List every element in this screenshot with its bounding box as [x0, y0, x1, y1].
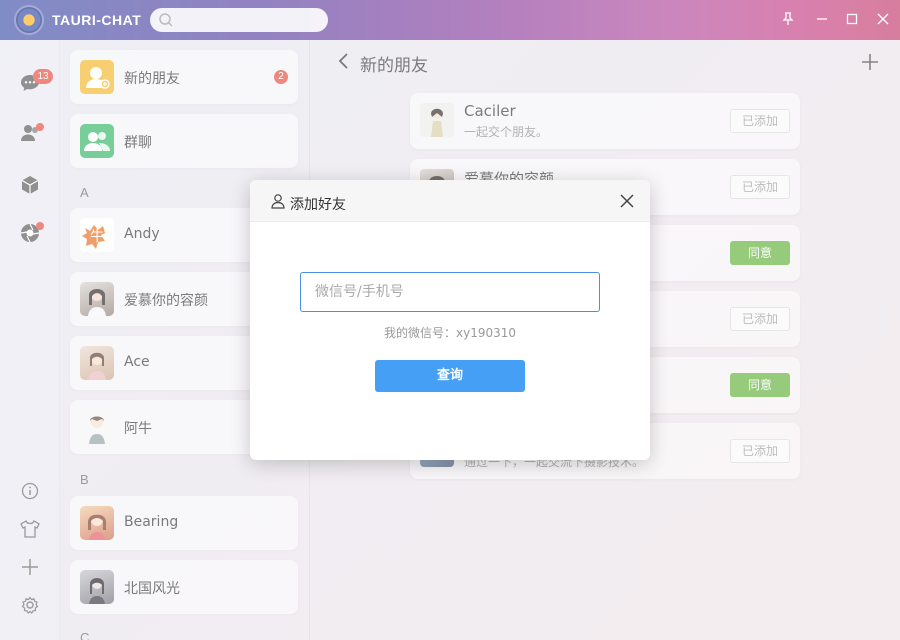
add-friend-dialog: 添加好友 我的微信号：xy190310 查询 — [250, 180, 650, 460]
dialog-title: 添加好友 — [290, 197, 346, 213]
close-dialog-icon[interactable] — [618, 192, 636, 210]
dialog-header: 添加好友 — [250, 180, 650, 222]
user-icon — [271, 194, 285, 209]
my-wechat-id: 我的微信号：xy190310 — [383, 326, 516, 340]
wechat-id-input[interactable] — [300, 272, 600, 312]
query-button[interactable]: 查询 — [375, 360, 525, 392]
